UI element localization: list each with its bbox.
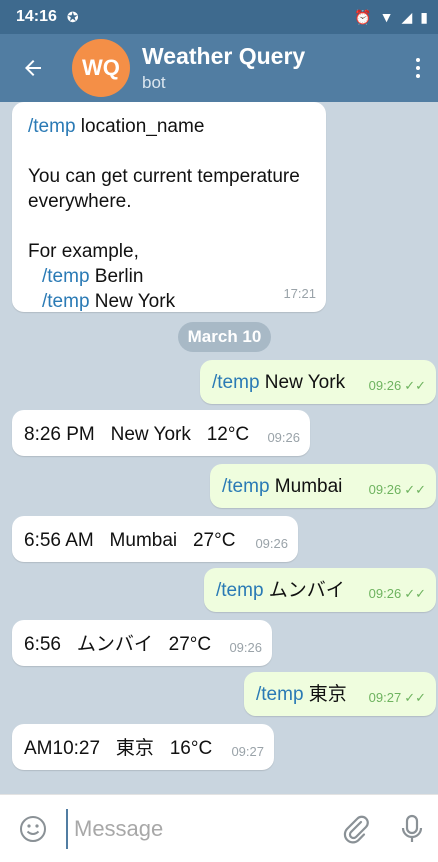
message-meta: 09:26 xyxy=(255,531,288,556)
message-text: Mumbai xyxy=(269,476,343,497)
message-text: AM10:27 東京 16°C xyxy=(24,738,213,759)
message-bubble[interactable]: /temp location_name You can get current … xyxy=(12,102,326,312)
message-time: 09:27 xyxy=(231,744,264,759)
message-line: For example, xyxy=(28,241,139,262)
microphone-icon xyxy=(401,814,423,842)
message-input[interactable] xyxy=(66,808,316,849)
status-bar: 14:16 ✪ ⏰ ▼ ◢ ▮ xyxy=(0,0,438,34)
command-link[interactable]: /temp xyxy=(256,684,304,705)
chat-title-block[interactable]: Weather Query bot xyxy=(142,43,305,93)
double-check-icon: ✓✓ xyxy=(404,586,426,601)
alarm-icon: ⏰ xyxy=(354,8,372,25)
message-time: 09:26 xyxy=(368,586,402,601)
message-bubble[interactable]: 6:56 AM Mumbai 27°C 09:26 xyxy=(12,516,298,562)
voice-record-button[interactable] xyxy=(390,814,434,844)
message-line: /temp Berlin xyxy=(42,266,144,287)
message-time: 09:26 xyxy=(255,536,288,551)
status-time: 14:16 xyxy=(16,8,57,25)
message-text: New York xyxy=(259,372,346,393)
command-link[interactable]: /temp xyxy=(216,580,264,601)
message-line: everywhere. xyxy=(28,191,132,212)
message-list[interactable]: /temp location_name You can get current … xyxy=(0,102,438,794)
attach-button[interactable] xyxy=(334,814,378,844)
double-check-icon: ✓✓ xyxy=(404,690,426,705)
message-text: 東京 xyxy=(303,684,347,705)
composer-bar xyxy=(0,794,438,862)
message-meta: 09:26 xyxy=(229,635,262,660)
command-link[interactable]: /temp xyxy=(42,266,90,287)
message-line: You can get current temperature xyxy=(28,166,300,187)
message-bubble[interactable]: AM10:27 東京 16°C 09:27 xyxy=(12,724,274,770)
command-link[interactable]: /temp xyxy=(212,372,260,393)
message-time: 09:26 xyxy=(368,482,402,497)
status-icons: ⏰ ▼ ◢ ▮ xyxy=(354,9,428,26)
wifi-icon: ▼ xyxy=(379,9,394,25)
message-bubble[interactable]: /temp New York 09:26 ✓✓ xyxy=(200,360,436,404)
message-time: 09:26 xyxy=(229,640,262,655)
chat-title: Weather Query xyxy=(142,43,306,69)
message-meta: 09:27 xyxy=(231,739,264,764)
double-check-icon: ✓✓ xyxy=(404,482,426,497)
message-text: ムンバイ xyxy=(263,580,345,601)
message-meta: 09:27 ✓✓ xyxy=(369,685,426,710)
battery-icon: ▮ xyxy=(420,8,428,25)
message-meta: 09:26 xyxy=(267,425,300,450)
message-time: 17:21 xyxy=(283,286,316,301)
message-bubble[interactable]: /temp Mumbai 09:26 ✓✓ xyxy=(210,464,436,508)
back-button[interactable] xyxy=(0,34,66,102)
message-bubble[interactable]: 6:56 ムンバイ 27°C 09:26 xyxy=(12,620,272,666)
message-time: 09:27 xyxy=(368,690,402,705)
message-meta: 09:26 ✓✓ xyxy=(369,477,426,502)
message-text: 6:56 AM Mumbai 27°C xyxy=(24,530,236,551)
menu-dot-icon xyxy=(416,66,420,70)
message-bubble[interactable]: /temp 東京 09:27 ✓✓ xyxy=(244,672,436,716)
command-link[interactable]: /temp xyxy=(28,116,76,137)
command-link[interactable]: /temp xyxy=(222,476,270,497)
signal-icon: ◢ xyxy=(401,8,413,25)
double-check-icon: ✓✓ xyxy=(404,378,426,393)
message-meta: 17:21 xyxy=(283,281,316,306)
notification-icon: ✪ xyxy=(66,8,79,25)
avatar[interactable]: WQ xyxy=(72,39,130,97)
message-line: /temp New York xyxy=(42,291,176,312)
message-time: 09:26 xyxy=(267,430,300,445)
message-line: /temp location_name xyxy=(28,116,205,137)
paperclip-icon xyxy=(343,815,369,843)
chat-header: WQ Weather Query bot xyxy=(0,34,438,102)
message-bubble[interactable]: /temp ムンバイ 09:26 ✓✓ xyxy=(204,568,436,612)
command-link[interactable]: /temp xyxy=(42,291,90,312)
chat-subtitle: bot xyxy=(142,73,166,92)
message-time: 09:26 xyxy=(368,378,402,393)
smiley-icon xyxy=(20,815,46,842)
message-text: 8:26 PM New York 12°C xyxy=(24,424,250,445)
message-meta: 09:26 ✓✓ xyxy=(369,373,426,398)
menu-dot-icon xyxy=(416,58,420,62)
emoji-button[interactable] xyxy=(0,814,66,844)
back-arrow-icon xyxy=(25,60,41,76)
message-meta: 09:26 ✓✓ xyxy=(369,581,426,606)
more-menu-button[interactable] xyxy=(398,58,438,78)
message-bubble[interactable]: 8:26 PM New York 12°C 09:26 xyxy=(12,410,310,456)
menu-dot-icon xyxy=(416,74,420,78)
date-separator: March 10 xyxy=(178,322,271,352)
message-text: 6:56 ムンバイ 27°C xyxy=(24,634,212,655)
